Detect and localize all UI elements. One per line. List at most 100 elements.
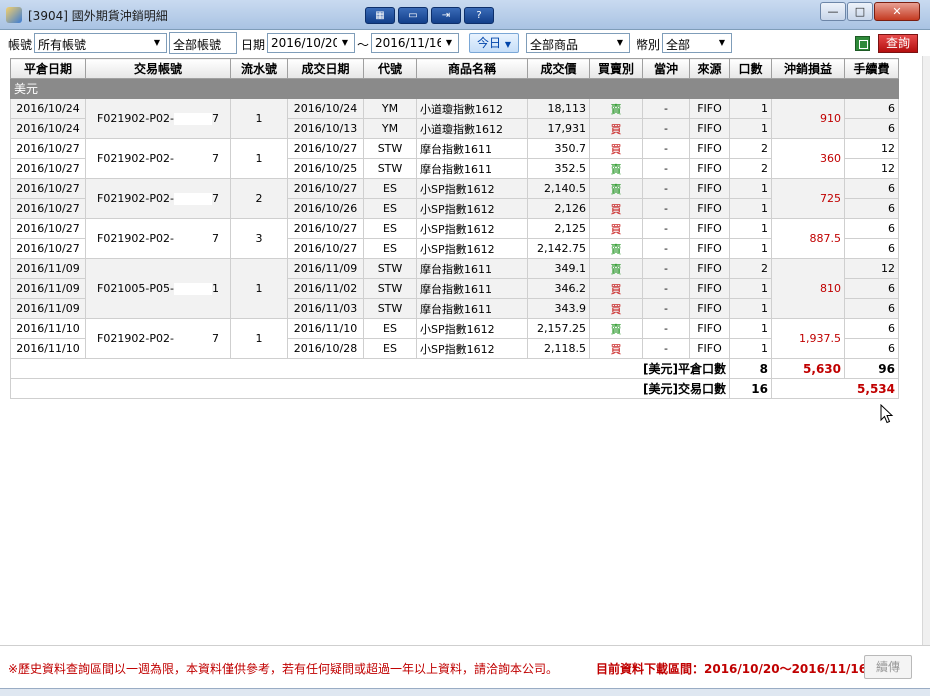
product-select-value: 全部商品 (530, 38, 579, 52)
quantity-cell: 1 (729, 218, 772, 239)
vertical-scrollbar[interactable] (922, 56, 930, 656)
column-header[interactable]: 手續費 (844, 58, 899, 79)
close-date-cell: 2016/11/09 (10, 278, 86, 299)
excel-export-icon[interactable] (855, 36, 870, 51)
today-button-label: 今日 (477, 36, 502, 50)
account-cell: F021902-P02- 7 (85, 98, 231, 139)
table-header-row: 平倉日期 交易帳號 流水號 成交日期 代號 商品名稱 成交價 買賣別 當沖 來源 口數 沖銷損益 手續費 (10, 58, 899, 79)
column-header[interactable]: 口數 (729, 58, 772, 79)
product-name-cell: 小道瓊指數1612 (416, 118, 528, 139)
quantity-cell: 2 (729, 158, 772, 179)
account-prefix: F021902-P02- (97, 232, 174, 245)
close-date-cell: 2016/10/27 (10, 158, 86, 179)
product-name-cell: 小SP指數1612 (416, 198, 528, 219)
fee-cell: 6 (844, 178, 899, 199)
price-cell: 2,157.25 (527, 318, 590, 339)
price-cell: 2,126 (527, 198, 590, 219)
deal-date-cell: 2016/10/27 (287, 218, 364, 239)
account-cell: F021902-P02- 7 (85, 218, 231, 259)
fee-cell: 12 (844, 258, 899, 279)
window-tool-icon[interactable]: ▭ (398, 7, 428, 24)
continue-download-button[interactable]: 續傳 (864, 655, 912, 679)
close-date-cell: 2016/10/27 (10, 198, 86, 219)
table-row[interactable]: 2016/11/10 F021902-P02- 7 1 2016/11/10 ES 小SP指… (10, 318, 899, 359)
product-name-cell: 小SP指數1612 (416, 178, 528, 199)
date-from-picker[interactable]: 2016/10/20 ▼ (267, 33, 355, 53)
close-date-cell: 2016/10/27 (10, 218, 86, 239)
side-cell: 賣 (589, 238, 643, 259)
serial-cell: 1 (230, 98, 288, 139)
column-header[interactable]: 成交價 (527, 58, 590, 79)
fee-cell: 6 (844, 198, 899, 219)
minimize-button[interactable]: — (820, 2, 846, 21)
price-cell: 2,118.5 (527, 338, 590, 359)
account-suffix: 7 (211, 112, 219, 125)
symbol-cell: STW (363, 298, 417, 319)
help-tool-icon[interactable]: ? (464, 7, 494, 24)
side-cell: 買 (589, 218, 643, 239)
product-select[interactable]: 全部商品 ▼ (526, 33, 630, 53)
redaction-mask (173, 153, 212, 165)
column-header[interactable]: 代號 (363, 58, 417, 79)
side-cell: 賣 (589, 98, 643, 119)
quantity-cell: 1 (729, 98, 772, 119)
column-header[interactable]: 交易帳號 (85, 58, 231, 79)
deal-date-cell: 2016/10/25 (287, 158, 364, 179)
screen-tool-icon[interactable]: ⇥ (431, 7, 461, 24)
table-row[interactable]: 2016/10/24 F021902-P02- 7 1 2016/10/24 YM 小道瓊指… (10, 98, 899, 139)
account-prefix: F021005-P05- (97, 282, 174, 295)
serial-cell: 3 (230, 218, 288, 259)
fee-cell: 6 (844, 218, 899, 239)
profit-cell: 1,937.5 (771, 318, 845, 359)
account-suffix: 7 (211, 152, 219, 165)
table-row[interactable]: 2016/11/09 F021005-P05- 1 1 2016/11/09 STW 摩台指… (10, 258, 899, 319)
date-to-picker[interactable]: 2016/11/16 ▼ (371, 33, 459, 53)
summary-close-row: [美元]平倉口數 8 5,630 96 (10, 358, 899, 379)
source-cell: FIFO (689, 158, 730, 179)
deal-date-cell: 2016/11/09 (287, 258, 364, 279)
table-row[interactable]: 2016/10/27 F021902-P02- 7 1 2016/10/27 STW 摩台指… (10, 138, 899, 179)
fee-cell: 6 (844, 298, 899, 319)
currency-select[interactable]: 全部 ▼ (662, 33, 732, 53)
symbol-cell: STW (363, 278, 417, 299)
column-header[interactable]: 流水號 (230, 58, 288, 79)
quantity-cell: 1 (729, 238, 772, 259)
today-button[interactable]: 今日 ▼ (469, 33, 519, 53)
taskbar-strip (0, 688, 930, 696)
product-name-cell: 小SP指數1612 (416, 318, 528, 339)
side-cell: 買 (589, 138, 643, 159)
product-name-cell: 小道瓊指數1612 (416, 98, 528, 119)
date-from-value: 2016/10/20 (271, 36, 341, 50)
query-button[interactable]: 查詢 (878, 34, 918, 53)
settlement-grid: 平倉日期 交易帳號 流水號 成交日期 代號 商品名稱 成交價 買賣別 當沖 來源 口數 沖銷損益 手續費… (10, 58, 899, 399)
table-row[interactable]: 2016/10/27 F021902-P02- 7 2 2016/10/27 ES 小SP指… (10, 178, 899, 219)
maximize-button[interactable]: □ (847, 2, 873, 21)
column-header[interactable]: 來源 (689, 58, 730, 79)
currency-select-value: 全部 (666, 38, 691, 52)
column-header[interactable]: 平倉日期 (10, 58, 86, 79)
table-row[interactable]: 2016/10/27 F021902-P02- 7 3 2016/10/27 ES 小SP指… (10, 218, 899, 259)
quantity-cell: 1 (729, 118, 772, 139)
column-header[interactable]: 當沖 (642, 58, 690, 79)
column-header[interactable]: 沖銷損益 (771, 58, 845, 79)
account-cell: F021902-P02- 7 (85, 318, 231, 359)
account-select[interactable]: 所有帳號 ▼ (34, 33, 167, 53)
column-header[interactable]: 成交日期 (287, 58, 364, 79)
price-cell: 343.9 (527, 298, 590, 319)
close-button[interactable]: ✕ (874, 2, 920, 21)
title-bar: [3904] 國外期貨沖銷明細 ▦ ▭ ⇥ ? — □ ✕ (0, 0, 930, 30)
account-prefix: F021902-P02- (97, 192, 174, 205)
layout-tool-icon[interactable]: ▦ (365, 7, 395, 24)
profit-cell: 360 (771, 138, 845, 179)
symbol-cell: ES (363, 238, 417, 259)
daytrade-cell: - (642, 258, 690, 279)
quantity-cell: 1 (729, 178, 772, 199)
close-date-cell: 2016/10/27 (10, 178, 86, 199)
daytrade-cell: - (642, 278, 690, 299)
app-icon (6, 7, 22, 23)
column-header[interactable]: 商品名稱 (416, 58, 528, 79)
redaction-mask (173, 193, 212, 205)
account-all-field[interactable]: 全部帳號 (169, 32, 237, 54)
column-header[interactable]: 買賣別 (589, 58, 643, 79)
account-prefix: F021902-P02- (97, 332, 174, 345)
